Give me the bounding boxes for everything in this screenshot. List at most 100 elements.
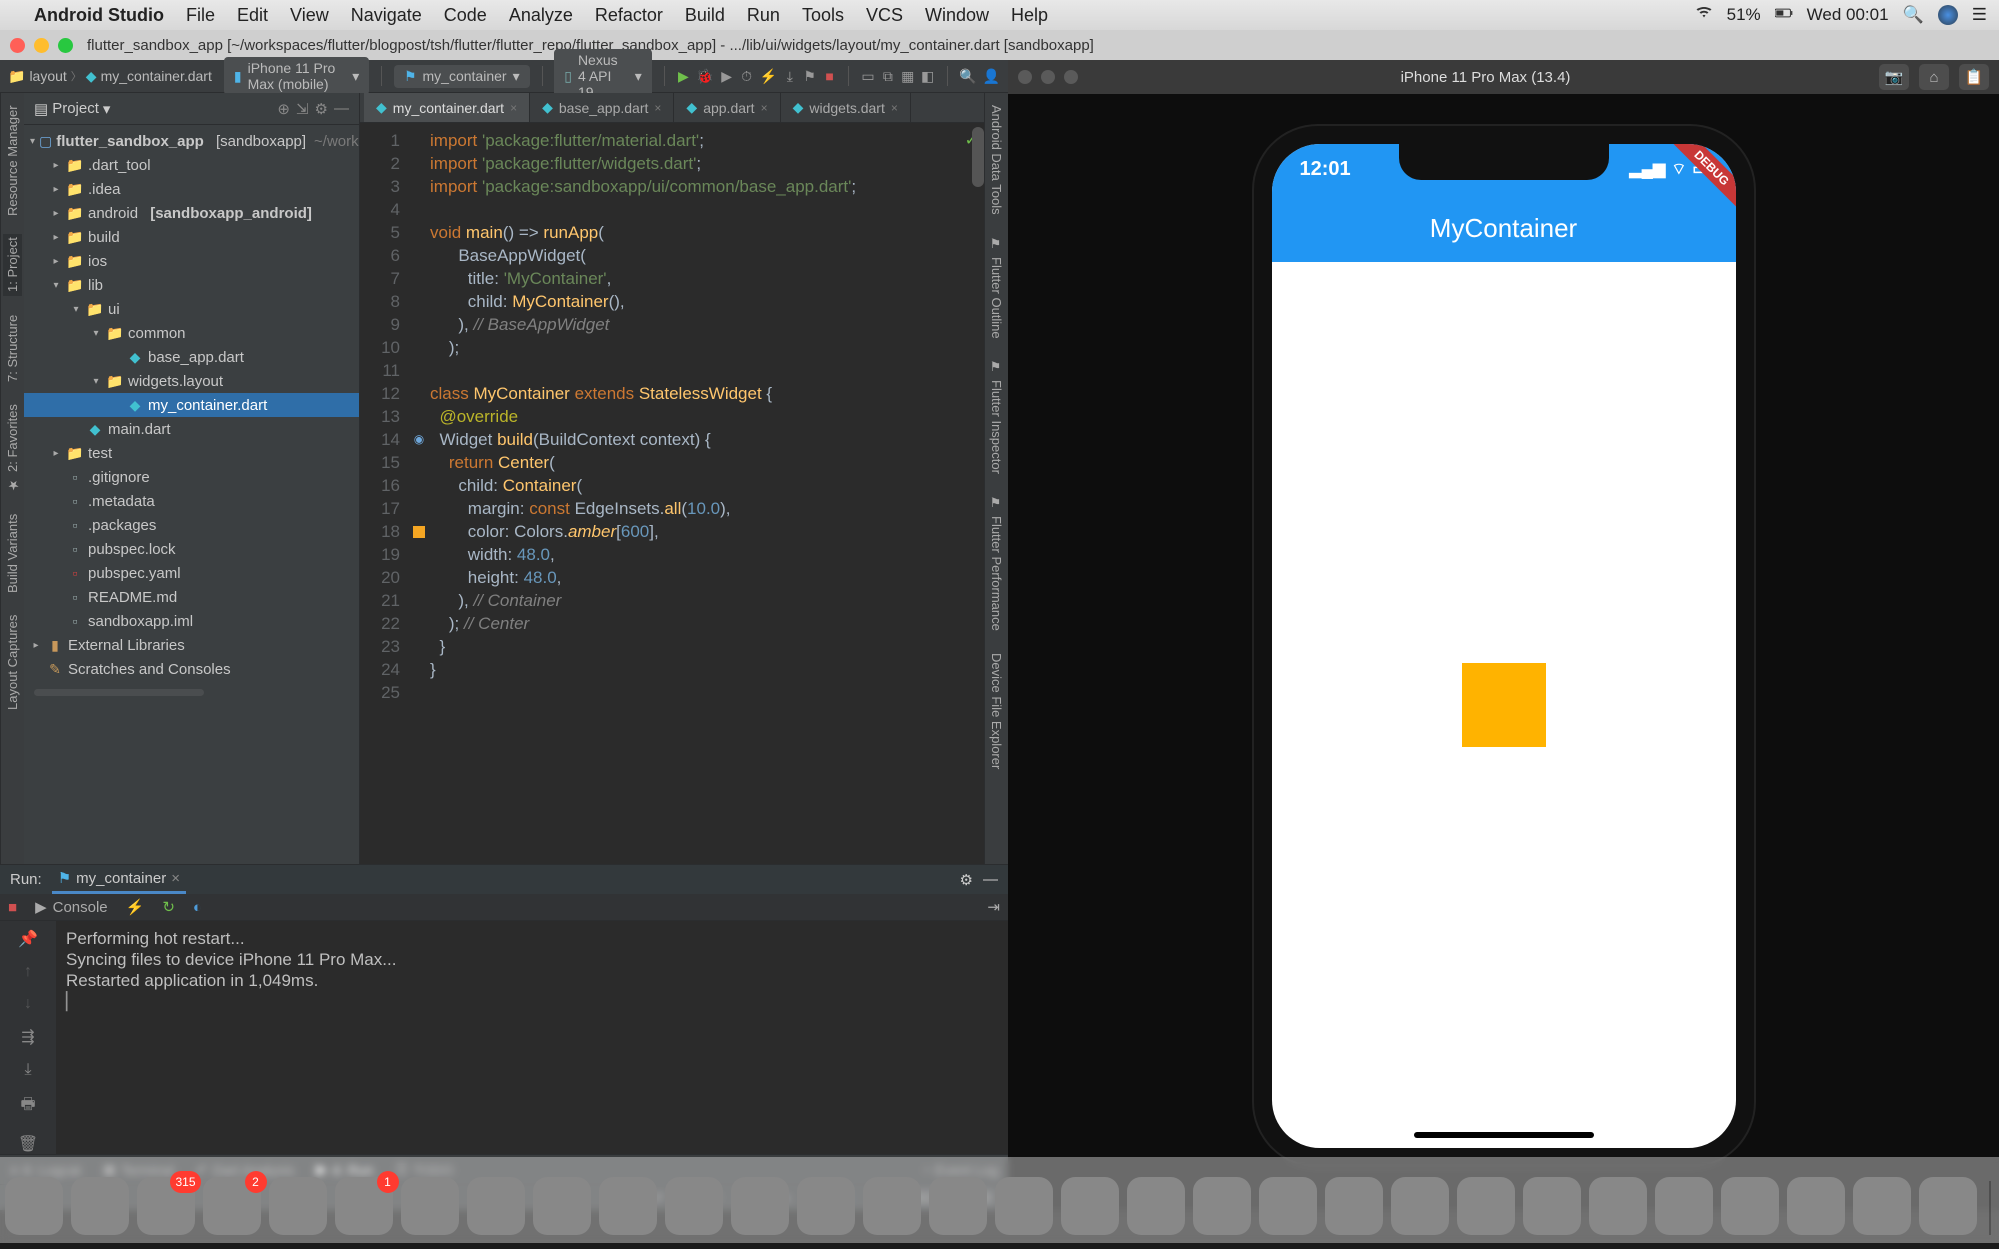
sdk-manager-button[interactable]: ⧉	[881, 65, 895, 87]
attach-button[interactable]: ⤓	[783, 65, 797, 87]
home-indicator[interactable]	[1414, 1132, 1594, 1138]
tree-item[interactable]: ▸📁.dart_tool	[24, 153, 359, 177]
menu-refactor[interactable]: Refactor	[595, 5, 663, 26]
dock-app2[interactable]	[797, 1177, 855, 1235]
horizontal-scrollbar[interactable]	[34, 689, 204, 696]
close-icon[interactable]: ×	[891, 101, 898, 115]
dock-xcode[interactable]	[1127, 1177, 1185, 1235]
window-zoom-button[interactable]	[58, 38, 73, 53]
menu-vcs[interactable]: VCS	[866, 5, 903, 26]
dock-telegram[interactable]	[1325, 1177, 1383, 1235]
color-swatch-icon[interactable]	[413, 526, 425, 538]
menubar-clock[interactable]: Wed 00:01	[1807, 5, 1889, 25]
trash-icon[interactable]: 🗑	[18, 1134, 38, 1154]
tree-item[interactable]: ▸📁.idea	[24, 177, 359, 201]
sim-minimize-button[interactable]	[1041, 70, 1055, 84]
menu-tools[interactable]: Tools	[802, 5, 844, 26]
run-tab[interactable]: ⚑my_container ×	[52, 865, 186, 894]
scroll-end-icon[interactable]: ⤓	[24, 1061, 31, 1079]
dock-chrome[interactable]	[995, 1177, 1053, 1235]
debug-button[interactable]: 🐞	[696, 65, 713, 87]
tab-widgets[interactable]: ◆widgets.dart×	[781, 93, 911, 122]
settings-icon[interactable]: ⚙	[315, 100, 328, 118]
tab-app[interactable]: ◆app.dart×	[674, 93, 780, 122]
close-icon[interactable]: ×	[761, 101, 768, 115]
tree-item[interactable]: ▫README.md	[24, 585, 359, 609]
user-button[interactable]: 👤	[983, 65, 1000, 87]
dock-app6[interactable]	[1853, 1177, 1911, 1235]
select-opened-file-icon[interactable]: ⊕	[277, 100, 290, 118]
gutter-resource-manager[interactable]: Resource Manager	[3, 101, 22, 220]
layout-inspector-button[interactable]: ▦	[901, 65, 915, 87]
avd-manager-button[interactable]: ▭	[861, 65, 875, 87]
dock-appstore[interactable]: 2	[203, 1177, 261, 1235]
tree-item[interactable]: ▫.gitignore	[24, 465, 359, 489]
tree-item[interactable]: ▾📁common	[24, 321, 359, 345]
close-icon[interactable]: ×	[510, 101, 517, 115]
menu-analyze[interactable]: Analyze	[509, 5, 573, 26]
home-button[interactable]: ⌂	[1919, 64, 1949, 90]
dock-app5[interactable]	[1787, 1177, 1845, 1235]
tree-item[interactable]: ▸📁test	[24, 441, 359, 465]
gutter-device-file-explorer[interactable]: Device File Explorer	[987, 649, 1006, 773]
window-close-button[interactable]	[10, 38, 25, 53]
down-icon[interactable]: ↓	[24, 995, 32, 1013]
tree-item[interactable]: ▫sandboxapp.iml	[24, 609, 359, 633]
vertical-scrollbar[interactable]	[972, 127, 984, 187]
app-name[interactable]: Android Studio	[34, 5, 164, 26]
dock-app1[interactable]	[665, 1177, 723, 1235]
dock-messages[interactable]	[533, 1177, 591, 1235]
wrap-icon[interactable]: ⇶	[21, 1027, 34, 1047]
run-button[interactable]: ▶	[676, 65, 690, 87]
dock-podcasts[interactable]	[599, 1177, 657, 1235]
print-icon[interactable]: 🖶	[20, 1093, 35, 1120]
profile-button[interactable]: ⏱	[740, 65, 754, 87]
devtools-icon[interactable]: ◐	[193, 899, 202, 916]
tree-item[interactable]: ◆main.dart	[24, 417, 359, 441]
gutter-layout-captures[interactable]: Layout Captures	[3, 611, 22, 714]
dock-postman[interactable]	[1391, 1177, 1449, 1235]
dock-android-studio[interactable]	[1061, 1177, 1119, 1235]
gutter-favorites[interactable]: ★ 2: Favorites	[3, 400, 22, 496]
dock-redis[interactable]	[1655, 1177, 1713, 1235]
gutter-build-variants[interactable]: Build Variants	[3, 510, 22, 597]
sim-zoom-button[interactable]	[1064, 70, 1078, 84]
screenshot-button[interactable]: 📷	[1879, 64, 1909, 90]
stop-button[interactable]: ■	[823, 65, 837, 87]
code-editor[interactable]: ✓ 12345678910111213141516171819202122232…	[360, 123, 984, 864]
tab-my-container[interactable]: ◆my_container.dart×	[364, 93, 530, 122]
tree-item[interactable]: ▾📁lib	[24, 273, 359, 297]
tree-item[interactable]: ◆base_app.dart	[24, 345, 359, 369]
window-minimize-button[interactable]	[34, 38, 49, 53]
dock-launchpad[interactable]	[5, 1177, 63, 1235]
dock-spotify[interactable]	[467, 1177, 525, 1235]
tree-item-selected[interactable]: ◆my_container.dart	[24, 393, 359, 417]
code-content[interactable]: import 'package:flutter/material.dart'; …	[430, 123, 984, 864]
dock-simulator[interactable]	[1259, 1177, 1317, 1235]
project-tree[interactable]: ▾▢flutter_sandbox_app [sandboxapp]~/work…	[24, 125, 359, 864]
dock-mail[interactable]: 315	[137, 1177, 195, 1235]
menu-build[interactable]: Build	[685, 5, 725, 26]
dock-figma[interactable]	[1721, 1177, 1779, 1235]
console-output[interactable]: Performing hot restart... Syncing files …	[56, 921, 1008, 1154]
soft-wrap-icon[interactable]: ⇥	[987, 898, 1000, 916]
menu-code[interactable]: Code	[444, 5, 487, 26]
close-icon[interactable]: ×	[654, 101, 661, 115]
flutter-attach-button[interactable]: ⚑	[803, 65, 817, 87]
tree-item[interactable]: ▫pubspec.yaml	[24, 561, 359, 585]
hot-reload-button[interactable]: ⚡	[759, 65, 776, 87]
run-settings-icon[interactable]: ⚙	[960, 871, 973, 889]
gutter-structure[interactable]: 7: Structure	[3, 310, 22, 385]
breadcrumb[interactable]: 📁 layout 〉 ◆ my_container.dart	[8, 68, 212, 85]
menu-help[interactable]: Help	[1011, 5, 1048, 26]
clipboard-button[interactable]: 📋	[1959, 64, 1989, 90]
dock-notes[interactable]	[1193, 1177, 1251, 1235]
gutter-android-data-tools[interactable]: Android Data Tools	[987, 101, 1006, 219]
tab-base-app[interactable]: ◆base_app.dart×	[530, 93, 674, 122]
wifi-icon[interactable]	[1695, 5, 1713, 25]
dock-safari[interactable]	[71, 1177, 129, 1235]
project-dropdown[interactable]: ▤ Project ▾	[34, 100, 110, 118]
menu-list-icon[interactable]: ☰	[1972, 5, 1987, 25]
run-config-selector[interactable]: ⚑ my_container ▾	[394, 65, 530, 88]
coverage-button[interactable]: ▶	[720, 65, 734, 87]
